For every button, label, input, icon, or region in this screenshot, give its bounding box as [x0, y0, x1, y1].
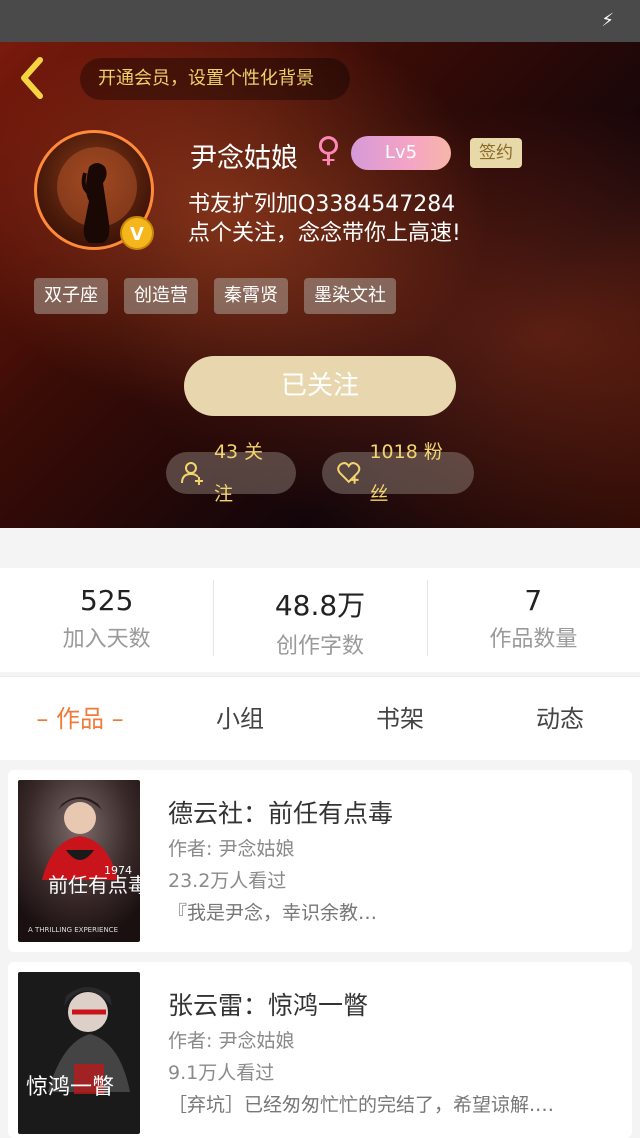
bio-line: 点个关注，念念带你上高速!	[188, 221, 461, 246]
female-icon: ♀	[316, 130, 341, 170]
bio-line: 书友扩列加Q3384547284	[188, 192, 456, 217]
work-card[interactable]: 前任有点毒 1974 A THRILLING EXPERIENCE 德云社：前任…	[8, 770, 632, 952]
work-title: 德云社：前任有点毒	[168, 799, 394, 828]
work-views: 23.2万人看过	[168, 870, 287, 892]
back-button[interactable]	[12, 54, 52, 102]
tag-item[interactable]: 双子座	[34, 278, 108, 314]
tag-item[interactable]: 秦霄贤	[214, 278, 288, 314]
signed-badge: 签约	[470, 138, 522, 168]
tab-works[interactable]: – 作品 –	[0, 677, 160, 760]
vip-banner[interactable]: 开通会员，设置个性化背景	[80, 58, 350, 100]
tag-list: 双子座 创造营 秦霄贤 墨染文社	[34, 278, 396, 314]
stat-label: 创作字数	[275, 634, 364, 659]
tab-activity[interactable]: 动态	[480, 677, 640, 760]
follow-button[interactable]: 已关注	[184, 356, 456, 416]
username: 尹念姑娘	[190, 143, 298, 174]
stat-works-count: 7 作品数量	[426, 568, 640, 672]
heart-add-icon	[337, 462, 361, 484]
tag-item[interactable]: 墨染文社	[304, 278, 396, 314]
work-description: 『我是尹念，幸识余教…	[168, 902, 378, 924]
user-add-icon	[180, 462, 203, 485]
chevron-left-icon	[21, 57, 43, 99]
level-badge[interactable]: Lv5	[351, 136, 451, 170]
fans-button[interactable]: 1018 粉丝	[322, 441, 474, 505]
stat-value: 48.8万	[274, 589, 366, 622]
cover-title: 惊鸿一瞥	[26, 1075, 114, 1100]
stat-value: 525	[79, 584, 134, 617]
work-description: ［弃坑］已经匆匆忙忙的完结了，希望谅解.…	[168, 1094, 555, 1116]
stat-value: 7	[524, 584, 543, 617]
book-cover-art: 惊鸿一瞥	[18, 972, 140, 1134]
stats-bar: 525 加入天数 48.8万 创作字数 7 作品数量	[0, 568, 640, 672]
charging-icon: ⚡	[601, 10, 614, 31]
stat-join-days: 525 加入天数	[0, 568, 213, 672]
work-author: 作者: 尹念姑娘	[168, 1030, 295, 1052]
work-card[interactable]: 惊鸿一瞥 张云雷：惊鸿一瞥 作者: 尹念姑娘 9.1万人看过 ［弃坑］已经匆匆忙…	[8, 962, 632, 1138]
book-cover[interactable]: 惊鸿一瞥	[18, 972, 140, 1134]
tag-item[interactable]: 创造营	[124, 278, 198, 314]
tab-bar: – 作品 – 小组 书架 动态	[0, 676, 640, 760]
book-cover[interactable]: 前任有点毒 1974 A THRILLING EXPERIENCE	[18, 780, 140, 942]
following-label: 43 关注	[213, 441, 264, 505]
stat-word-count: 48.8万 创作字数	[213, 568, 426, 672]
tab-groups[interactable]: 小组	[160, 677, 320, 760]
work-title: 张云雷：惊鸿一瞥	[168, 991, 369, 1020]
cover-subtitle: A THRILLING EXPERIENCE	[28, 926, 118, 934]
verified-badge: V	[120, 216, 154, 250]
work-views: 9.1万人看过	[168, 1062, 275, 1084]
following-button[interactable]: 43 关注	[166, 441, 296, 505]
cover-year: 1974	[104, 864, 132, 877]
profile-header: 开通会员，设置个性化背景 V 尹念姑娘 ♀ Lv5 签约 书友扩列加Q33845…	[0, 42, 640, 528]
work-author: 作者: 尹念姑娘	[168, 838, 295, 860]
book-cover-art: 前任有点毒 1974 A THRILLING EXPERIENCE	[18, 780, 140, 942]
stat-label: 作品数量	[489, 627, 578, 652]
bio: 书友扩列加Q3384547284 点个关注，念念带你上高速!	[188, 190, 461, 248]
tab-bookshelf[interactable]: 书架	[320, 677, 480, 760]
status-bar: ⚡	[0, 0, 640, 42]
fans-label: 1018 粉丝	[369, 441, 443, 505]
stat-label: 加入天数	[62, 627, 151, 652]
